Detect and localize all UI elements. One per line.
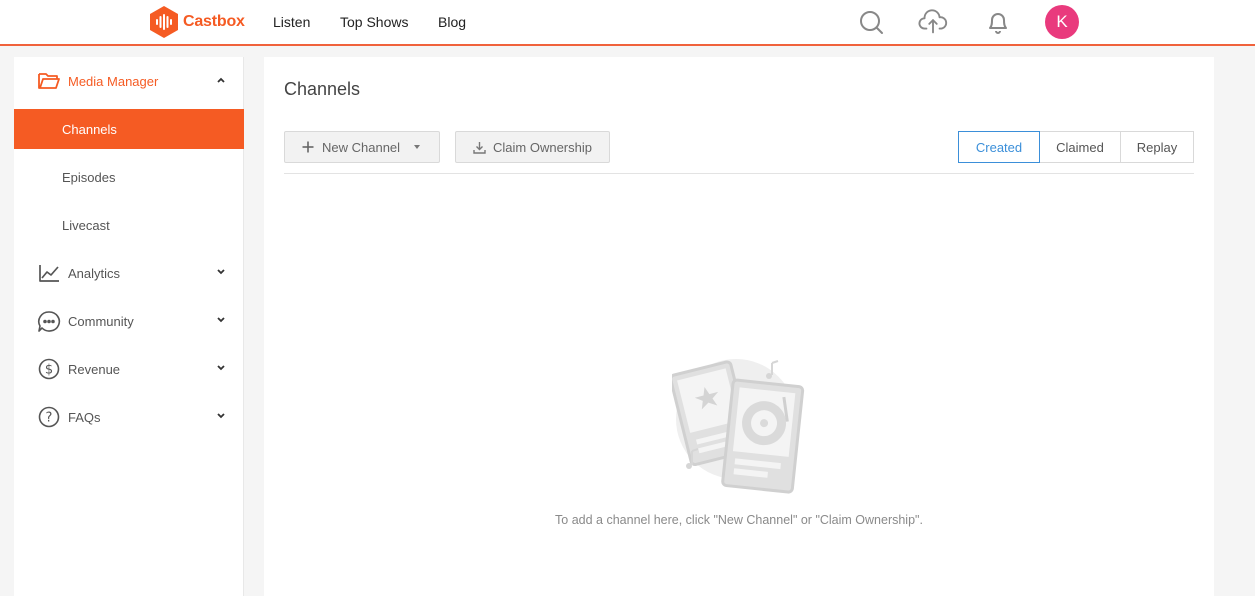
folder-icon: [37, 70, 61, 92]
chevron-down-icon: [215, 314, 227, 326]
channel-filter-tabs: Created Claimed Replay: [958, 131, 1194, 163]
sidebar-item-label: Channels: [62, 122, 117, 137]
divider: [284, 173, 1194, 174]
nav-top-shows[interactable]: Top Shows: [340, 14, 408, 30]
sidebar-item-label: Revenue: [68, 362, 121, 377]
castbox-logo-text: Castbox: [183, 13, 245, 30]
download-icon: [472, 140, 486, 154]
sidebar-item-revenue[interactable]: $ Revenue: [14, 349, 244, 389]
chat-bubble-icon: [37, 310, 61, 332]
svg-text:?: ?: [46, 411, 53, 426]
nav-blog[interactable]: Blog: [438, 14, 466, 30]
new-channel-button[interactable]: New Channel: [284, 131, 440, 163]
caret-down-icon: [413, 144, 421, 150]
castbox-logo-icon: [148, 5, 180, 39]
question-icon: ?: [37, 406, 61, 428]
claim-ownership-label: Claim Ownership: [493, 139, 592, 155]
sidebar-item-channels[interactable]: Channels: [14, 109, 244, 149]
tab-claimed[interactable]: Claimed: [1040, 131, 1121, 163]
user-avatar[interactable]: K: [1045, 5, 1079, 39]
bell-icon[interactable]: [983, 7, 1013, 37]
svg-text:$: $: [45, 363, 53, 378]
sidebar-item-label: Livecast: [62, 218, 110, 233]
chevron-up-icon: [215, 74, 227, 86]
sidebar-item-media-manager[interactable]: Media Manager: [14, 61, 244, 101]
chevron-down-icon: [215, 266, 227, 278]
nav-listen[interactable]: Listen: [273, 14, 310, 30]
chevron-down-icon: [215, 362, 227, 374]
tab-created[interactable]: Created: [958, 131, 1040, 163]
sidebar-item-label: FAQs: [68, 410, 101, 425]
main-panel: Channels New Channel Claim Ownership Cre…: [264, 57, 1214, 596]
claim-ownership-button[interactable]: Claim Ownership: [455, 131, 610, 163]
chart-line-icon: [37, 262, 61, 284]
plus-icon: [301, 140, 315, 154]
sidebar-item-label: Community: [68, 314, 134, 329]
sidebar: Media Manager Channels Episodes Livecast…: [14, 57, 244, 596]
tab-replay[interactable]: Replay: [1121, 131, 1194, 163]
top-navbar: Castbox Listen Top Shows Blog K: [0, 0, 1255, 46]
sidebar-item-livecast[interactable]: Livecast: [14, 205, 244, 245]
sidebar-item-community[interactable]: Community: [14, 301, 244, 341]
search-icon[interactable]: [856, 7, 886, 37]
dollar-icon: $: [37, 358, 61, 380]
chevron-down-icon: [215, 410, 227, 422]
sidebar-item-label: Episodes: [62, 170, 116, 185]
upload-cloud-icon[interactable]: [918, 7, 948, 37]
new-channel-label: New Channel: [322, 139, 401, 155]
empty-state-illustration-icon: [669, 353, 808, 495]
sidebar-item-faqs[interactable]: ? FAQs: [14, 397, 244, 437]
sidebar-item-episodes[interactable]: Episodes: [14, 157, 244, 197]
empty-state-message: To add a channel here, click "New Channe…: [555, 513, 923, 527]
page-title: Channels: [284, 79, 361, 99]
castbox-logo[interactable]: Castbox: [148, 5, 245, 39]
sidebar-item-label: Analytics: [68, 266, 121, 281]
sidebar-item-analytics[interactable]: Analytics: [14, 253, 244, 293]
sidebar-item-label: Media Manager: [68, 74, 159, 89]
